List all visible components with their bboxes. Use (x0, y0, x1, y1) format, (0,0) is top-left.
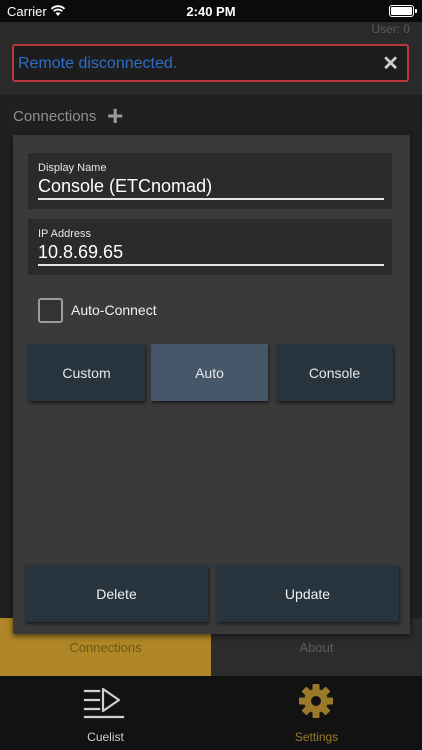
alert-message: Remote disconnected. (18, 55, 178, 72)
auto-connect-checkbox[interactable] (38, 298, 63, 323)
connections-label: Connections (13, 108, 97, 125)
nav-settings-label: Settings (294, 730, 339, 744)
mode-console-button[interactable]: Console (276, 344, 393, 401)
update-button[interactable]: Update (216, 565, 399, 622)
connection-editor: Display Name Console (ETCnomad) IP Addre… (13, 135, 410, 634)
cuelist-icon (83, 684, 127, 720)
display-name-field[interactable]: Display Name Console (ETCnomad) (28, 153, 392, 209)
ip-address-underline (38, 264, 384, 266)
connection-mode-selector: Custom Auto Console (28, 344, 393, 401)
user-label: User: 0 (371, 22, 410, 36)
ip-address-label: IP Address (38, 228, 91, 240)
nav-cuelist-label: Cuelist (87, 730, 124, 744)
ip-address-field[interactable]: IP Address 10.8.69.65 (28, 219, 392, 275)
mode-custom-button[interactable]: Custom (28, 344, 145, 401)
display-name-input[interactable]: Console (ETCnomad) (38, 176, 212, 197)
display-name-label: Display Name (38, 162, 107, 174)
connections-header: Connections + (0, 95, 422, 135)
status-bar: Carrier 2:40 PM (0, 0, 422, 22)
close-icon[interactable]: ✕ (382, 54, 399, 74)
gear-icon (294, 684, 338, 720)
display-name-underline (38, 198, 384, 200)
clock: 2:40 PM (186, 4, 236, 19)
ip-address-input[interactable]: 10.8.69.65 (38, 242, 123, 263)
auto-connect-label: Auto-Connect (71, 302, 157, 318)
delete-button[interactable]: Delete (25, 565, 208, 622)
add-connection-button[interactable]: + (107, 102, 123, 130)
disconnect-alert: Remote disconnected. ✕ (12, 44, 409, 82)
battery-icon (389, 5, 417, 17)
bottom-tab-bar: Cuelist Settings (0, 676, 422, 750)
nav-settings[interactable]: Settings (211, 676, 422, 750)
form-actions: Delete Update (25, 565, 399, 622)
mode-auto-button[interactable]: Auto (151, 344, 268, 401)
nav-cuelist[interactable]: Cuelist (0, 676, 211, 750)
